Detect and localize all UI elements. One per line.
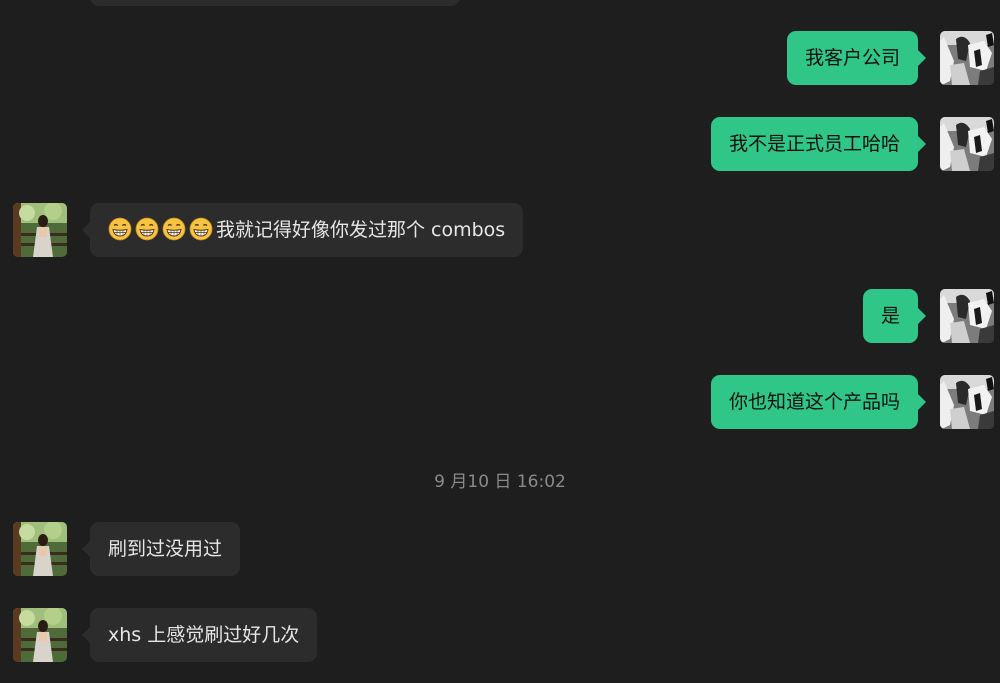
message-text: 我不是正式员工哈哈 bbox=[728, 133, 900, 155]
grinning-face-emoji-icon bbox=[135, 217, 159, 241]
contact-avatar[interactable] bbox=[13, 522, 67, 576]
self-avatar[interactable] bbox=[940, 289, 994, 343]
message-text: 我客户公司 bbox=[804, 47, 900, 69]
message-text: 刷到过没用过 bbox=[108, 538, 223, 560]
message-bubble-outgoing[interactable]: 是 bbox=[862, 289, 927, 343]
message-text: 你也知道这个产品吗 bbox=[728, 391, 900, 413]
contact-avatar[interactable] bbox=[13, 608, 67, 662]
grinning-face-emoji-icon bbox=[189, 217, 213, 241]
message-text: 是 bbox=[880, 305, 900, 327]
message-bubble-outgoing[interactable]: 我客户公司 bbox=[786, 31, 927, 85]
message-text: 我就记得好像你发过那个 combos bbox=[216, 219, 506, 241]
grinning-face-emoji-icon bbox=[108, 217, 132, 241]
chat-area[interactable]: 我客户公司 我不是正式员工哈哈 我就记得好像你发过那个 combos 是 你也知… bbox=[0, 0, 1000, 683]
message-bubble-outgoing[interactable]: 我不是正式员工哈哈 bbox=[710, 117, 927, 171]
message-bubble-incoming[interactable]: 我就记得好像你发过那个 combos bbox=[81, 203, 524, 257]
self-avatar[interactable] bbox=[940, 375, 994, 429]
message-bubble-incoming-partial[interactable] bbox=[90, 0, 460, 6]
self-avatar[interactable] bbox=[940, 31, 994, 85]
self-avatar[interactable] bbox=[940, 117, 994, 171]
grinning-face-emoji-icon bbox=[162, 217, 186, 241]
message-text: xhs 上感觉刷过好几次 bbox=[108, 624, 300, 646]
message-bubble-incoming[interactable]: xhs 上感觉刷过好几次 bbox=[81, 608, 318, 662]
contact-avatar[interactable] bbox=[13, 203, 67, 257]
message-timestamp: 9 月10 日 16:02 bbox=[434, 472, 566, 492]
message-bubble-incoming[interactable]: 刷到过没用过 bbox=[81, 522, 241, 576]
message-bubble-outgoing[interactable]: 你也知道这个产品吗 bbox=[710, 375, 927, 429]
